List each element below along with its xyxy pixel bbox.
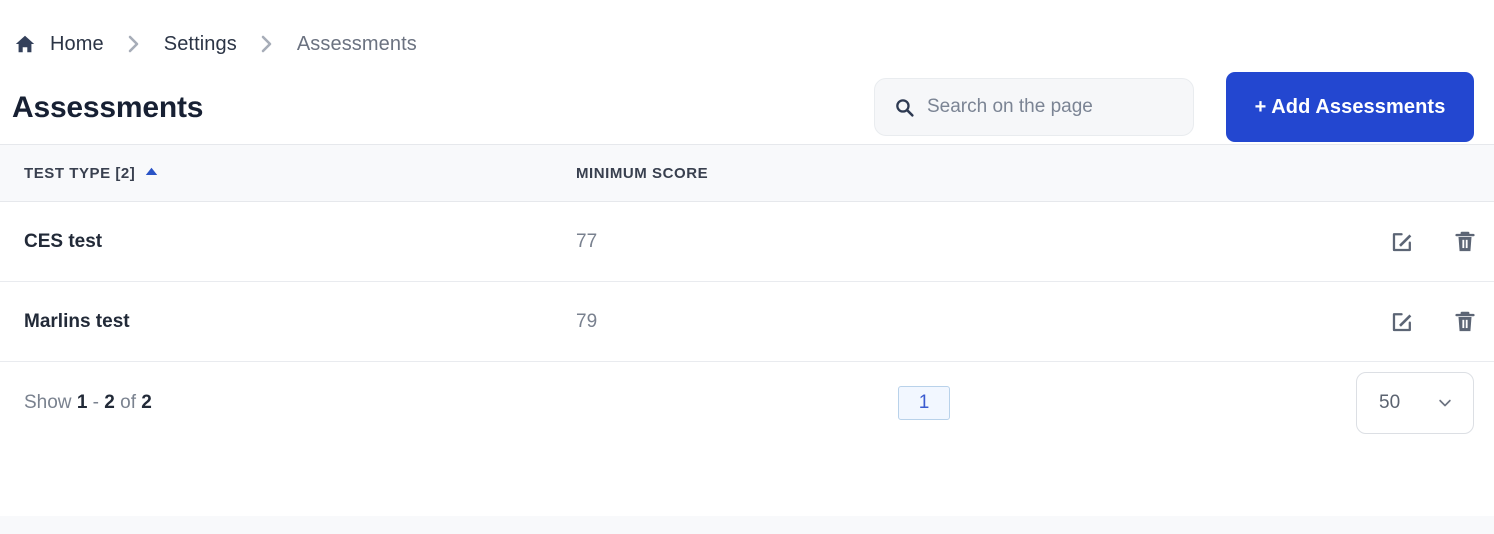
- range-end: 2: [104, 392, 115, 413]
- total-count: 2: [141, 392, 152, 413]
- table-row: Marlins test 79: [0, 282, 1494, 362]
- search-input[interactable]: [927, 96, 1175, 118]
- triangle-up-icon[interactable]: [145, 167, 158, 176]
- add-assessments-button[interactable]: + Add Assessments: [1226, 72, 1474, 142]
- of-word: of: [120, 392, 136, 413]
- column-header-test-type-label: TEST TYPE [2]: [24, 164, 136, 182]
- table-header-row: TEST TYPE [2] MINIMUM SCORE: [0, 144, 1494, 202]
- bottom-strip: [0, 516, 1494, 534]
- breadcrumb: Home Settings Assessments: [0, 0, 1494, 66]
- pagination-summary: Show 1 - 2 of 2: [24, 392, 562, 414]
- page-title: Assessments: [12, 90, 204, 124]
- chevron-down-icon: [1435, 393, 1455, 413]
- chevron-right-icon: [123, 33, 145, 55]
- column-header-minimum-score[interactable]: MINIMUM SCORE: [552, 165, 1252, 182]
- chevron-right-icon: [256, 33, 278, 55]
- edit-icon[interactable]: [1387, 227, 1417, 257]
- cell-test-type: Marlins test: [24, 310, 130, 332]
- column-header-test-type[interactable]: TEST TYPE [2]: [0, 165, 552, 182]
- table-row: CES test 77: [0, 202, 1494, 282]
- home-icon[interactable]: [14, 33, 36, 55]
- pagination: 1: [492, 386, 1356, 420]
- trash-icon[interactable]: [1450, 227, 1480, 257]
- per-page-value: 50: [1379, 392, 1401, 413]
- range-dash: -: [92, 392, 99, 413]
- table-footer: Show 1 - 2 of 2 1 50: [0, 362, 1494, 444]
- search-box[interactable]: [874, 78, 1194, 136]
- search-icon: [893, 96, 915, 118]
- cell-minimum-score: 77: [576, 230, 598, 252]
- breadcrumb-item-assessments: Assessments: [296, 32, 417, 55]
- show-prefix: Show: [24, 392, 72, 413]
- range-start: 1: [76, 392, 88, 413]
- column-header-minimum-score-label: MINIMUM SCORE: [576, 164, 709, 182]
- per-page-select[interactable]: 50: [1356, 372, 1474, 434]
- breadcrumb-item-settings[interactable]: Settings: [164, 33, 237, 56]
- page-header: Assessments + Add Assessments: [0, 66, 1494, 144]
- breadcrumb-item-home[interactable]: Home: [50, 33, 104, 56]
- edit-icon[interactable]: [1387, 307, 1417, 337]
- trash-icon[interactable]: [1450, 307, 1480, 337]
- page-button-1[interactable]: 1: [898, 386, 950, 420]
- assessments-table: TEST TYPE [2] MINIMUM SCORE CES test 77: [0, 144, 1494, 444]
- row-actions: [1252, 227, 1494, 257]
- cell-test-type: CES test: [24, 230, 103, 252]
- row-actions: [1252, 307, 1494, 337]
- cell-minimum-score: 79: [576, 310, 598, 332]
